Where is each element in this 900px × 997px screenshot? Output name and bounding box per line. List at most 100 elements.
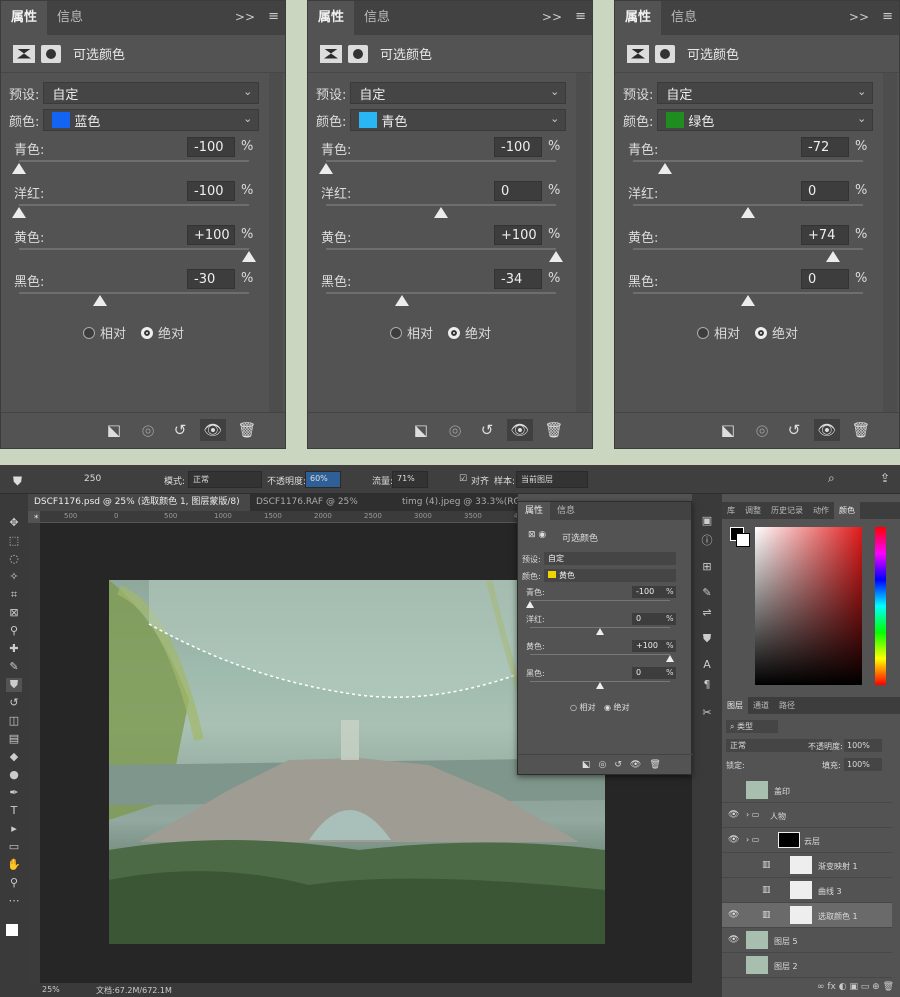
slider-thumb[interactable] bbox=[741, 295, 755, 306]
slider-thumb[interactable] bbox=[12, 163, 26, 174]
paragraph-icon[interactable]: ¶ bbox=[700, 678, 714, 692]
share-icon[interactable]: ⇪ bbox=[880, 471, 890, 485]
preset-select[interactable]: 自定 ⌄ bbox=[657, 82, 874, 104]
slider-value-input[interactable]: -72 bbox=[801, 137, 849, 157]
panel-scrollbar[interactable] bbox=[883, 73, 897, 412]
clip-to-layer-icon[interactable]: ⬕ bbox=[408, 419, 434, 441]
delete-icon[interactable]: 🗑 bbox=[848, 419, 874, 441]
doc-tab-2[interactable]: DSCF1176.RAF @ 25%(RGB/8) bbox=[250, 494, 396, 524]
dodge-tool-icon[interactable]: ● bbox=[6, 768, 22, 782]
magic-wand-icon[interactable]: ✧ bbox=[6, 570, 22, 584]
slider-track[interactable] bbox=[633, 248, 863, 250]
doc-tab-1[interactable]: DSCF1176.psd @ 25% (选取颜色 1, 图层蒙版/8) * bbox=[28, 494, 250, 524]
slider-value-input[interactable]: 0 bbox=[801, 181, 849, 201]
clone-stamp-icon[interactable]: ⛊ bbox=[6, 678, 22, 692]
slider-track[interactable] bbox=[19, 160, 249, 162]
view-previous-icon[interactable]: ◎ bbox=[135, 419, 161, 441]
reset-icon[interactable]: ↺ bbox=[474, 419, 500, 441]
slider-thumb[interactable] bbox=[658, 163, 673, 174]
tab-2[interactable]: 历史记录 bbox=[766, 502, 808, 519]
more-tools-icon[interactable]: ⋯ bbox=[6, 894, 22, 908]
radio-absolute[interactable]: 绝对 bbox=[141, 323, 184, 342]
slider-thumb[interactable] bbox=[434, 207, 448, 218]
slider-value-input[interactable]: 0 bbox=[801, 269, 849, 289]
visibility-eye-icon[interactable]: 👁 bbox=[507, 419, 533, 441]
doc-tab-3[interactable]: timg (4).jpeg @ 33.3%(RG bbox=[396, 494, 518, 511]
slider-thumb[interactable] bbox=[596, 682, 604, 689]
blur-tool-icon[interactable]: ◆ bbox=[6, 750, 22, 764]
gradient-tool-icon[interactable]: ▤ bbox=[6, 732, 22, 746]
visibility-eye-icon[interactable]: 👁 bbox=[728, 835, 739, 845]
slider-track[interactable] bbox=[326, 292, 556, 294]
zoom-level[interactable]: 25% bbox=[42, 985, 60, 994]
collapse-icon[interactable]: >> bbox=[849, 10, 869, 24]
slider-track[interactable] bbox=[326, 204, 556, 206]
grid-icon[interactable]: ⊞ bbox=[700, 560, 714, 574]
brush-settings-icon[interactable]: ✎ bbox=[700, 586, 714, 600]
radio-relative[interactable]: 相对 bbox=[390, 323, 433, 342]
slider-value-input[interactable]: +74 bbox=[801, 225, 849, 245]
marquee-tool-icon[interactable]: ⬚ bbox=[6, 534, 22, 548]
clip-to-layer-icon[interactable]: ⬕ bbox=[101, 419, 127, 441]
visibility-eye-icon[interactable]: 👁 bbox=[728, 910, 739, 920]
delete-icon[interactable]: 🗑 bbox=[541, 419, 567, 441]
character-icon[interactable]: A bbox=[700, 658, 714, 672]
tab-properties[interactable]: 属性 bbox=[615, 1, 662, 35]
layer-opacity-input[interactable]: 100% bbox=[844, 739, 882, 752]
layer-row[interactable]: 👁 › ▭ 云层 bbox=[722, 828, 892, 853]
eyedropper-icon[interactable]: ⚲ bbox=[6, 624, 22, 638]
mask-icon[interactable] bbox=[41, 44, 61, 63]
layer-tab-2[interactable]: 路径 bbox=[774, 697, 800, 714]
visibility-eye-icon[interactable]: 👁 bbox=[814, 419, 840, 441]
layer-row[interactable]: ▥ 渐变映射 1 bbox=[722, 853, 892, 878]
shape-tool-icon[interactable]: ▭ bbox=[6, 840, 22, 854]
slider-thumb[interactable] bbox=[92, 295, 107, 306]
brush-tool-icon[interactable]: ✎ bbox=[6, 660, 22, 674]
view-previous-icon[interactable]: ◎ bbox=[749, 419, 775, 441]
layer-kind-filter[interactable]: ⌕ 类型 bbox=[726, 720, 778, 733]
clip-to-layer-icon[interactable]: ⬕ bbox=[715, 419, 741, 441]
panel-menu-icon[interactable]: ≡ bbox=[268, 9, 279, 24]
slider-thumb[interactable] bbox=[526, 601, 534, 608]
slider-track[interactable] bbox=[326, 248, 556, 250]
preset-select[interactable]: 自定 bbox=[544, 552, 676, 565]
collapse-icon[interactable]: >> bbox=[235, 10, 255, 24]
preset-select[interactable]: 自定 ⌄ bbox=[43, 82, 260, 104]
slider-track[interactable] bbox=[633, 292, 863, 294]
preset-select[interactable]: 自定 ⌄ bbox=[350, 82, 567, 104]
color-select[interactable]: 青色 ⌄ bbox=[350, 109, 567, 131]
slider-thumb[interactable] bbox=[319, 163, 333, 174]
brush-size[interactable]: 250 bbox=[84, 474, 101, 484]
color-select[interactable]: 黄色 bbox=[544, 569, 676, 582]
hand-tool-icon[interactable]: ✋ bbox=[6, 858, 22, 872]
layer-row[interactable]: 👁 ▥ 选取颜色 1 bbox=[722, 903, 892, 928]
adjust-icon[interactable]: ⇌ bbox=[700, 606, 714, 620]
slider-value-input[interactable]: -30 bbox=[187, 269, 235, 289]
visibility-eye-icon[interactable]: 👁 bbox=[728, 810, 739, 820]
float-panel-footer-icons[interactable]: ⬕◎↺👁🗑 bbox=[518, 754, 693, 774]
path-select-icon[interactable]: ▸ bbox=[6, 822, 22, 836]
slider-value-input[interactable]: -34 bbox=[494, 269, 542, 289]
slider-value-input[interactable]: 0 bbox=[494, 181, 542, 201]
adjustment-icon[interactable] bbox=[13, 44, 35, 63]
reset-icon[interactable]: ↺ bbox=[167, 419, 193, 441]
color-select[interactable]: 绿色 ⌄ bbox=[657, 109, 874, 131]
reset-icon[interactable]: ↺ bbox=[781, 419, 807, 441]
tab-properties[interactable]: 属性 bbox=[518, 502, 551, 520]
adjustment-icon[interactable] bbox=[627, 44, 649, 63]
layer-row[interactable]: ▥ 曲线 3 bbox=[722, 878, 892, 903]
type-tool-icon[interactable]: T bbox=[6, 804, 22, 818]
stamp-tool-icon[interactable]: ⛊ bbox=[13, 474, 22, 489]
color-picker-field[interactable] bbox=[755, 527, 862, 685]
info-icon[interactable]: ⓘ bbox=[700, 534, 714, 548]
lasso-tool-icon[interactable]: ◌ bbox=[6, 552, 22, 566]
move-tool-icon[interactable]: ✥ bbox=[6, 516, 22, 530]
slider-thumb[interactable] bbox=[549, 251, 563, 262]
slider-value-input[interactable]: -100 bbox=[494, 137, 542, 157]
crop-tool-icon[interactable]: ⌗ bbox=[6, 588, 22, 602]
tab-info[interactable]: 信息 bbox=[550, 502, 582, 520]
mask-icon[interactable] bbox=[655, 44, 675, 63]
slider-value-input[interactable]: -100 bbox=[187, 181, 235, 201]
slider-thumb[interactable] bbox=[666, 655, 674, 662]
panel-menu-icon[interactable]: ≡ bbox=[575, 9, 586, 24]
